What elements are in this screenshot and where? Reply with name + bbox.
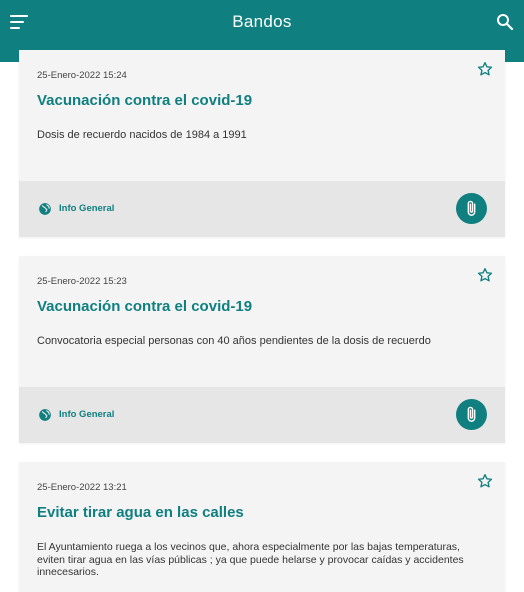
bando-card[interactable]: 25-Enero-2022 15:23 Vacunación contra el… [19, 256, 505, 443]
attachment-button[interactable] [456, 399, 487, 430]
category-label[interactable]: Info General [59, 203, 114, 214]
bando-body: Convocatoria especial personas con 40 añ… [37, 335, 431, 347]
globe-icon [38, 408, 52, 422]
page-title: Bandos [232, 12, 292, 31]
globe-icon [38, 202, 52, 216]
bando-date: 25-Enero-2022 15:24 [37, 70, 127, 81]
bando-title: Vacunación contra el covid-19 [37, 92, 253, 109]
bando-footer: Info General [19, 181, 505, 237]
bando-footer: Info General [19, 387, 505, 443]
category-label[interactable]: Info General [59, 409, 114, 420]
bando-card[interactable]: 25-Enero-2022 13:21 Evitar tirar agua en… [19, 462, 505, 592]
bando-title: Evitar tirar agua en las calles [37, 504, 244, 521]
bando-date: 25-Enero-2022 15:23 [37, 276, 127, 287]
paperclip-icon [467, 406, 476, 422]
bando-body: El Ayuntamiento ruega a los vecinos que,… [37, 541, 464, 579]
bando-date: 25-Enero-2022 13:21 [37, 482, 127, 493]
search-icon[interactable] [496, 13, 514, 31]
bando-card[interactable]: 25-Enero-2022 15:24 Vacunación contra el… [19, 50, 505, 237]
attachment-button[interactable] [456, 193, 487, 224]
bando-title: Vacunación contra el covid-19 [37, 298, 253, 315]
star-outline-icon[interactable] [477, 61, 493, 77]
bando-body: Dosis de recuerdo nacidos de 1984 a 1991 [37, 129, 247, 141]
star-outline-icon[interactable] [477, 473, 493, 489]
paperclip-icon [467, 200, 476, 216]
star-outline-icon[interactable] [477, 267, 493, 283]
